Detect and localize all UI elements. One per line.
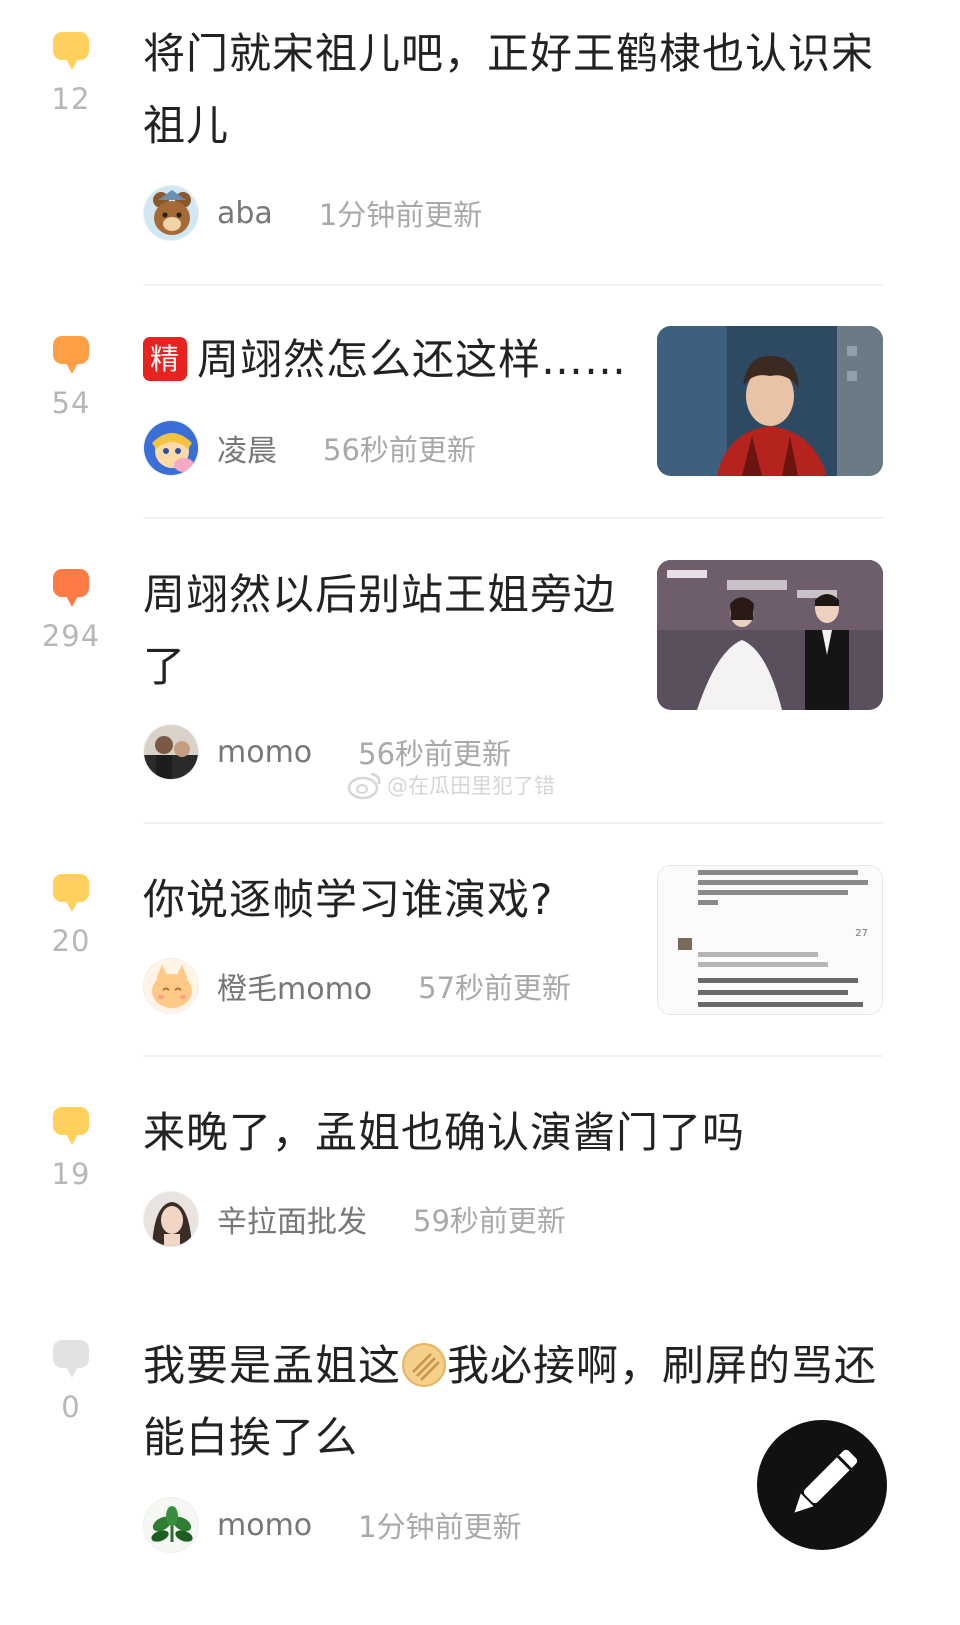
update-time: 56秒前更新: [358, 737, 512, 771]
post-item[interactable]: 20 你说逐帧学习谁演戏? 橙毛momo 57秒前更新 27: [0, 824, 960, 1056]
comment-bubble-icon: [53, 32, 89, 70]
post-title-text: 周翊然怎么还这样……: [197, 335, 628, 384]
comment-bubble-icon: [53, 569, 89, 607]
photo-avatar[interactable]: [143, 724, 199, 780]
post-title-part: 我要是孟姐这: [143, 1341, 402, 1390]
woman-avatar[interactable]: [143, 1191, 199, 1247]
cat-avatar[interactable]: [143, 958, 199, 1014]
comment-bubble-icon: [53, 1340, 89, 1378]
username[interactable]: 辛拉面批发: [217, 1197, 367, 1241]
thumb-like-count: 27: [855, 928, 868, 939]
update-time: 1分钟前更新: [318, 198, 483, 232]
update-time: 59秒前更新: [413, 1204, 566, 1238]
post-meta: 凌晨 56秒前更新: [143, 419, 476, 477]
comment-count: 19: [51, 1157, 91, 1191]
comment-count: 294: [41, 619, 101, 653]
post-title[interactable]: 将门就宋祖儿吧，正好王鹤棣也认识宋祖儿: [143, 18, 893, 162]
red-carpet-photo[interactable]: [657, 560, 883, 710]
comment-count-box: 12: [40, 32, 102, 116]
update-time: 56秒前更新: [323, 433, 476, 467]
username[interactable]: 橙毛momo: [217, 964, 372, 1008]
comment-bubble-icon: [53, 1107, 89, 1145]
comment-count-box: 20: [40, 874, 102, 958]
comment-count: 12: [51, 82, 91, 116]
username[interactable]: 凌晨: [217, 426, 277, 470]
username[interactable]: momo: [217, 735, 312, 770]
post-meta: 橙毛momo 57秒前更新: [143, 957, 571, 1015]
comment-count-box: 19: [40, 1107, 102, 1191]
post-meta: 辛拉面批发 59秒前更新: [143, 1190, 566, 1248]
post-meta: aba 1分钟前更新: [143, 184, 482, 242]
comment-count-box: 0: [40, 1340, 102, 1424]
username[interactable]: momo: [217, 1508, 312, 1543]
featured-badge: 精: [143, 337, 187, 381]
comment-count: 20: [51, 924, 91, 958]
post-title[interactable]: 来晚了，孟姐也确认演酱门了吗: [143, 1097, 893, 1169]
update-time: 1分钟前更新: [358, 1510, 522, 1544]
watermark-text: @在瓜田里犯了错: [387, 774, 555, 798]
man-red-shirt-photo[interactable]: [657, 326, 883, 476]
comment-count-box: 294: [40, 569, 102, 653]
comment-bubble-icon: [53, 874, 89, 912]
watermark: @在瓜田里犯了错: [347, 770, 555, 800]
post-feed: 12 将门就宋祖儿吧，正好王鹤棣也认识宋祖儿 aba 1分钟前更新 54 精周翊…: [0, 0, 960, 1625]
comment-count: 54: [51, 386, 91, 420]
update-time: 57秒前更新: [418, 971, 572, 1005]
post-item[interactable]: 19 来晚了，孟姐也确认演酱门了吗 辛拉面批发 59秒前更新: [0, 1057, 960, 1289]
comment-count: 0: [61, 1390, 81, 1424]
comment-screenshot-thumb[interactable]: 27: [657, 865, 883, 1015]
post-item[interactable]: 12 将门就宋祖儿吧，正好王鹤棣也认识宋祖儿 aba 1分钟前更新: [0, 0, 960, 285]
pencil-icon: [794, 1449, 858, 1513]
cookie-emoji: [402, 1343, 447, 1387]
username[interactable]: aba: [217, 196, 273, 231]
weibo-logo-icon: [347, 772, 381, 800]
post-title[interactable]: 精周翊然怎么还这样……: [143, 324, 643, 396]
post-item[interactable]: 54 精周翊然怎么还这样…… 凌晨 56秒前更新: [0, 286, 960, 518]
post-title[interactable]: 你说逐帧学习谁演戏?: [143, 864, 633, 936]
comment-bubble-icon: [53, 336, 89, 374]
comment-count-box: 54: [40, 336, 102, 420]
plant-avatar[interactable]: [143, 1497, 199, 1553]
post-meta: momo 1分钟前更新: [143, 1496, 522, 1554]
post-title[interactable]: 周翊然以后别站王姐旁边了: [143, 559, 633, 703]
anime-avatar[interactable]: [143, 420, 199, 476]
bear-avatar[interactable]: [143, 185, 199, 241]
compose-button[interactable]: [757, 1420, 887, 1550]
